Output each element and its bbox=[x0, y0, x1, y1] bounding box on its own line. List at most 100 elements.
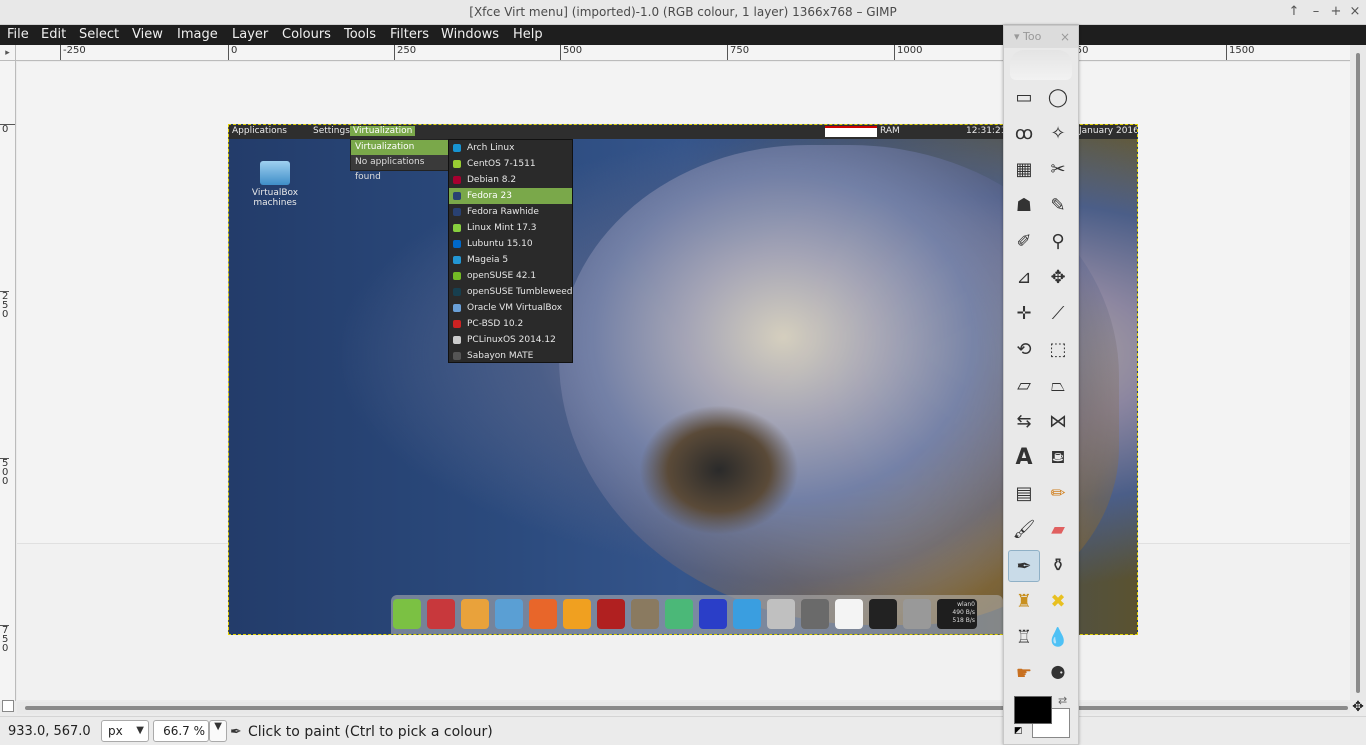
menu-select[interactable]: Select bbox=[79, 27, 119, 42]
dodge-burn-icon[interactable]: ⚈ bbox=[1042, 658, 1074, 690]
free-select-icon[interactable]: ꝏ bbox=[1008, 118, 1040, 150]
statusbar: 933.0, 567.0 px ▼ 66.7 % ▼ ✒ Click to pa… bbox=[0, 716, 1366, 745]
measure-icon[interactable]: ⊿ bbox=[1008, 262, 1040, 294]
shear-icon[interactable]: ▱ bbox=[1008, 370, 1040, 402]
desktop-folder-icon: VirtualBox machines bbox=[249, 161, 301, 208]
dock-app-icon bbox=[733, 599, 761, 629]
menu-view[interactable]: View bbox=[132, 27, 163, 42]
clone-icon[interactable]: ♜ bbox=[1008, 586, 1040, 618]
ruler-tick: 500 bbox=[560, 45, 582, 60]
ellipse-select-icon[interactable]: ◯ bbox=[1042, 82, 1074, 114]
net-rate-up: 518 B/s bbox=[952, 617, 975, 624]
toolbox-titlebar[interactable]: ▾ Too × bbox=[1004, 26, 1078, 48]
ink-icon[interactable]: ⚱ bbox=[1042, 550, 1074, 582]
panel-date: January 2016 bbox=[1079, 126, 1138, 136]
pclinuxos-icon bbox=[453, 336, 461, 344]
window-title: [Xfce Virt menu] (imported)-1.0 (RGB col… bbox=[469, 5, 897, 19]
paths-icon[interactable]: ✎ bbox=[1042, 190, 1074, 222]
window-maximize-button[interactable]: + bbox=[1328, 4, 1344, 20]
canvas-menu-button[interactable]: ▸ bbox=[0, 45, 16, 61]
horizontal-ruler[interactable]: -250 0 250 500 750 1000 1250 1500 bbox=[16, 45, 1350, 61]
virtualization-submenu: Virtualization No applications found bbox=[350, 139, 449, 182]
unit-select[interactable]: px ▼ bbox=[101, 720, 149, 742]
airbrush-icon[interactable]: ✒ bbox=[1008, 550, 1040, 582]
scissors-icon[interactable]: ✂ bbox=[1042, 154, 1074, 186]
cage-transform-icon[interactable]: ⋈ bbox=[1042, 406, 1074, 438]
fedora-icon bbox=[453, 208, 461, 216]
color-picker-icon[interactable]: ✐ bbox=[1008, 226, 1040, 258]
ruler-tick: 750 bbox=[0, 625, 9, 654]
bucket-fill-icon[interactable]: ⛾ bbox=[1042, 442, 1074, 474]
horizontal-scrollbar[interactable] bbox=[17, 702, 1350, 714]
centos-icon bbox=[453, 160, 461, 168]
align-icon[interactable]: ✛ bbox=[1008, 298, 1040, 330]
menu-layer[interactable]: Layer bbox=[232, 27, 268, 42]
text-icon[interactable]: A bbox=[1008, 442, 1040, 474]
close-icon[interactable]: × bbox=[1060, 26, 1070, 48]
ruler-tick: 0 bbox=[228, 45, 237, 60]
pcbsd-icon bbox=[453, 320, 461, 328]
menu-edit[interactable]: Edit bbox=[41, 27, 66, 42]
menu-image[interactable]: Image bbox=[177, 27, 218, 42]
dock-app-icon bbox=[801, 599, 829, 629]
zoom-dropdown-button[interactable]: ▼ bbox=[209, 720, 227, 742]
rect-select-icon[interactable]: ▭ bbox=[1008, 82, 1040, 114]
paintbrush-icon[interactable]: 🖌 bbox=[1008, 514, 1040, 546]
dock: wlan0 490 B/s 518 B/s bbox=[391, 595, 1003, 634]
fedora-icon bbox=[453, 192, 461, 200]
vm-item: Fedora 23 bbox=[449, 188, 572, 204]
zoom-icon[interactable]: ⚲ bbox=[1042, 226, 1074, 258]
scrollbar-thumb[interactable] bbox=[1356, 53, 1360, 693]
zoom-input[interactable]: 66.7 % bbox=[153, 720, 209, 742]
image-canvas[interactable]: Applications Settings Virtualization RAM… bbox=[228, 124, 1138, 635]
window-minimize-button[interactable]: – bbox=[1308, 4, 1324, 20]
reset-colors-icon[interactable]: ◩ bbox=[1014, 726, 1023, 736]
pencil-icon[interactable]: ✏ bbox=[1042, 478, 1074, 510]
menu-tools[interactable]: Tools bbox=[344, 27, 376, 42]
virtualbox-icon bbox=[453, 304, 461, 312]
panel-applications: Applications bbox=[232, 126, 287, 136]
gradient-icon[interactable]: ▤ bbox=[1008, 478, 1040, 510]
ruler-tick: 0 bbox=[0, 124, 15, 135]
rotate-icon[interactable]: ⟲ bbox=[1008, 334, 1040, 366]
blur-icon[interactable]: 💧 bbox=[1042, 622, 1074, 654]
dock-chromium-icon bbox=[495, 599, 523, 629]
perspective-clone-icon[interactable]: ♖ bbox=[1008, 622, 1040, 654]
eraser-icon[interactable]: ▰ bbox=[1042, 514, 1074, 546]
ruler-tick: -250 bbox=[60, 45, 86, 60]
smudge-icon[interactable]: ☛ bbox=[1008, 658, 1040, 690]
navigate-icon[interactable]: ✥ bbox=[1350, 700, 1366, 714]
menu-windows[interactable]: Windows bbox=[441, 27, 499, 42]
vm-list-menu: Arch Linux CentOS 7-1511 Debian 8.2 Fedo… bbox=[448, 139, 573, 363]
swap-colors-icon[interactable]: ⇄ bbox=[1058, 694, 1067, 707]
menu-help[interactable]: Help bbox=[513, 27, 543, 42]
window-close-button[interactable]: × bbox=[1347, 4, 1363, 20]
chevron-down-icon: ▼ bbox=[214, 721, 222, 732]
dock-app-icon bbox=[767, 599, 795, 629]
scrollbar-thumb[interactable] bbox=[25, 706, 1348, 710]
menu-colours[interactable]: Colours bbox=[282, 27, 331, 42]
perspective-icon[interactable]: ⏢ bbox=[1042, 370, 1074, 402]
move-icon[interactable]: ✥ bbox=[1042, 262, 1074, 294]
quick-mask-toggle[interactable] bbox=[2, 700, 14, 712]
chevron-down-icon: ▼ bbox=[136, 725, 144, 736]
folder-icon bbox=[260, 161, 290, 185]
foreground-select-icon[interactable]: ☗ bbox=[1008, 190, 1040, 222]
menu-filters[interactable]: Filters bbox=[390, 27, 429, 42]
vertical-scrollbar[interactable] bbox=[1350, 45, 1366, 701]
dock-anchor-icon bbox=[393, 599, 421, 629]
crop-icon[interactable]: ⟋ bbox=[1042, 298, 1074, 330]
panel-settings: Settings bbox=[313, 126, 350, 136]
lubuntu-icon bbox=[453, 240, 461, 248]
fuzzy-select-icon[interactable]: ✧ bbox=[1042, 118, 1074, 150]
flip-icon[interactable]: ⇆ bbox=[1008, 406, 1040, 438]
color-select-icon[interactable]: ▦ bbox=[1008, 154, 1040, 186]
panel-ram: RAM bbox=[880, 126, 900, 136]
window-shade-button[interactable]: ↑ bbox=[1286, 4, 1302, 20]
foreground-color-swatch[interactable] bbox=[1014, 696, 1052, 724]
scale-icon[interactable]: ⬚ bbox=[1042, 334, 1074, 366]
menu-file[interactable]: File bbox=[7, 27, 29, 42]
vm-item: Debian 8.2 bbox=[449, 172, 572, 188]
vertical-ruler[interactable]: 0 250 500 750 bbox=[0, 61, 16, 701]
heal-icon[interactable]: ✖ bbox=[1042, 586, 1074, 618]
